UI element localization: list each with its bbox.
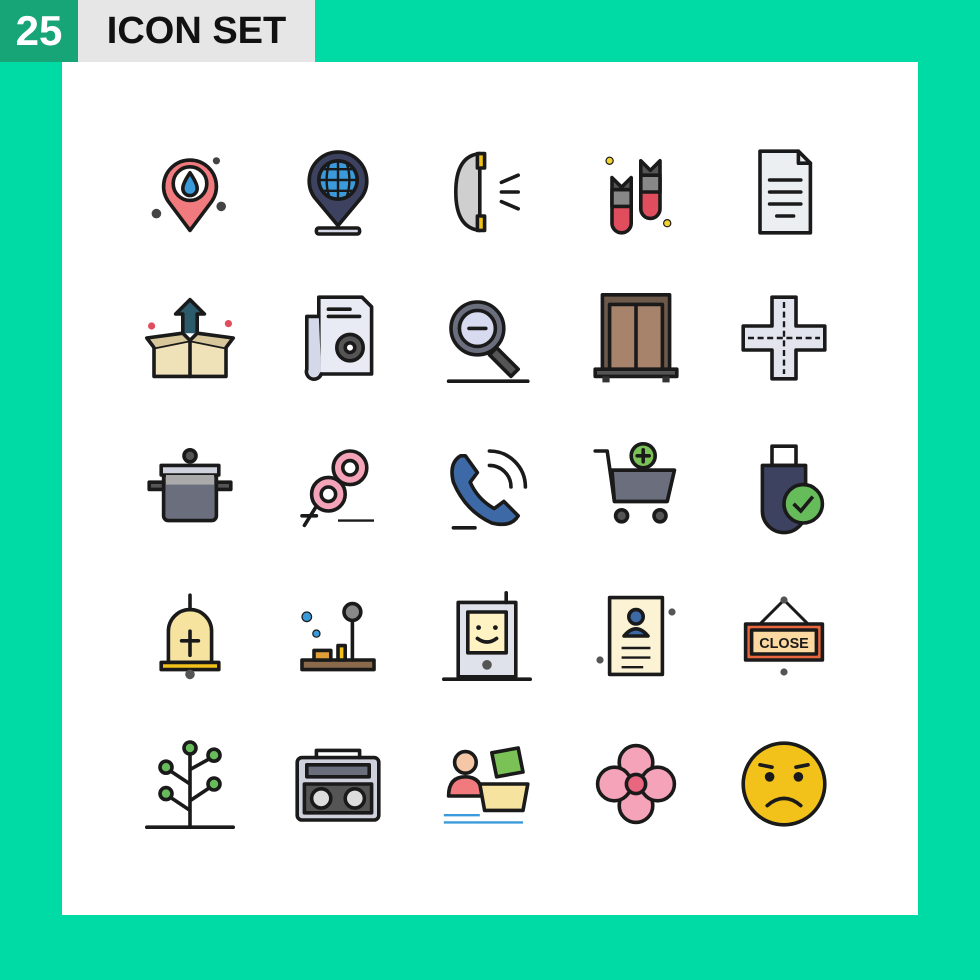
bombs-icon [588, 144, 684, 240]
globe-location-pin-icon [290, 144, 386, 240]
radio-cassette-icon [290, 736, 386, 832]
smiling-tablet-icon [439, 588, 535, 684]
female-gender-icon [290, 439, 386, 535]
sad-emoji-icon [736, 736, 832, 832]
shopping-basket-money-icon [439, 736, 535, 832]
zoom-out-icon [439, 290, 535, 386]
door-icon [588, 290, 684, 386]
water-location-pin-icon [142, 144, 238, 240]
close-sign-icon: CLOSE [736, 588, 832, 684]
add-to-cart-icon [588, 439, 684, 535]
settings-document-icon [290, 290, 386, 386]
box-upload-icon [142, 290, 238, 386]
crossroad-icon [736, 290, 832, 386]
document-icon [736, 144, 832, 240]
icon-grid-panel: CLOSE [62, 62, 918, 915]
usb-verified-icon [736, 439, 832, 535]
close-sign-label: CLOSE [759, 636, 809, 652]
resume-profile-icon [588, 588, 684, 684]
cooking-pot-icon [142, 439, 238, 535]
icon-count-badge: 25 [0, 0, 78, 62]
bell-icon [142, 588, 238, 684]
phone-call-icon [439, 439, 535, 535]
joystick-icon [290, 588, 386, 684]
tree-icon [142, 736, 238, 832]
flower-icon [588, 736, 684, 832]
telephone-ringing-icon [439, 144, 535, 240]
page-title: ICON SET [78, 0, 315, 62]
